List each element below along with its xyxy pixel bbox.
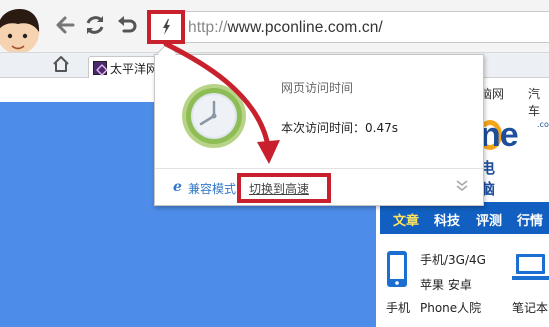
tab-title: 太平洋网 bbox=[110, 62, 158, 76]
undo-button[interactable] bbox=[116, 14, 138, 36]
url-scheme: http:// bbox=[188, 19, 228, 36]
browser-tab[interactable]: 太平洋网 bbox=[88, 56, 158, 78]
phone-icon[interactable] bbox=[386, 250, 408, 288]
bottom-label[interactable]: Phone人院 bbox=[420, 299, 481, 316]
lightning-icon bbox=[163, 19, 170, 35]
url-text[interactable]: http://www.pconline.com.cn/ bbox=[188, 19, 383, 37]
phone-category-line[interactable]: 苹果 安卓 bbox=[420, 276, 472, 293]
bottom-label[interactable]: 手机 bbox=[386, 299, 410, 316]
popup-title: 网页访问时间 bbox=[281, 81, 354, 95]
category-bar: 文章 科技 评测 行情 bbox=[380, 202, 549, 234]
back-button[interactable] bbox=[54, 14, 76, 36]
home-button[interactable] bbox=[52, 55, 70, 73]
popup-divider bbox=[155, 168, 483, 169]
url-host: www.pconline.com.cn/ bbox=[227, 19, 383, 36]
site-favicon-icon bbox=[93, 61, 107, 75]
compat-mode-label[interactable]: 兼容模式 bbox=[188, 180, 236, 197]
category-item[interactable]: 行情 bbox=[517, 210, 543, 229]
clock-icon bbox=[182, 84, 246, 148]
logo-text: ne bbox=[480, 116, 519, 154]
double-chevron-down-icon[interactable] bbox=[455, 179, 469, 193]
laptop-icon[interactable] bbox=[512, 253, 549, 283]
switch-to-speed-link[interactable]: 切换到高速 bbox=[249, 180, 309, 197]
category-item[interactable]: 评测 bbox=[476, 210, 502, 229]
category-item[interactable]: 科技 bbox=[434, 210, 460, 229]
speed-mode-button[interactable] bbox=[147, 10, 185, 44]
refresh-button[interactable] bbox=[84, 14, 106, 36]
phone-category-line[interactable]: 手机/3G/4G bbox=[420, 251, 486, 268]
bottom-label[interactable]: 笔记本 bbox=[512, 299, 548, 316]
logo-domain: .com.cn bbox=[537, 120, 549, 129]
ie-icon: e bbox=[173, 179, 182, 195]
category-item[interactable]: 文章 bbox=[393, 210, 419, 229]
visit-time-label: 本次访问时间：0.47s bbox=[281, 121, 398, 135]
top-nav-item[interactable]: 汽车 bbox=[528, 85, 549, 119]
